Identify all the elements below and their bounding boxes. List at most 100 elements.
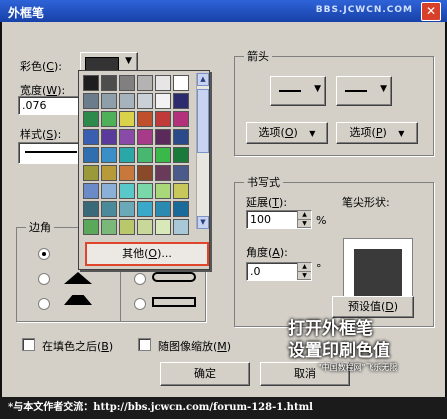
color-swatch-37[interactable] bbox=[101, 183, 117, 199]
square-cap-icon bbox=[152, 297, 196, 307]
color-swatch-19[interactable] bbox=[101, 129, 117, 145]
color-swatch-48[interactable] bbox=[83, 219, 99, 235]
behind-fill-label: 在填色之后(B) bbox=[42, 340, 114, 353]
angle-unit: ° bbox=[316, 262, 322, 275]
color-swatch-43[interactable] bbox=[101, 201, 117, 217]
color-swatch-24[interactable] bbox=[83, 147, 99, 163]
color-swatch-4[interactable] bbox=[155, 75, 171, 91]
color-swatch-15[interactable] bbox=[137, 111, 153, 127]
color-swatch-36[interactable] bbox=[83, 183, 99, 199]
color-swatch-0[interactable] bbox=[83, 75, 99, 91]
color-swatch-7[interactable] bbox=[101, 93, 117, 109]
color-swatch-42[interactable] bbox=[83, 201, 99, 217]
color-swatch-23[interactable] bbox=[173, 129, 189, 145]
stretch-label: 延展(T): bbox=[246, 196, 288, 209]
color-swatch-13[interactable] bbox=[101, 111, 117, 127]
palette-scrollbar[interactable]: ▲ ▼ bbox=[196, 73, 209, 229]
behind-fill-checkbox[interactable] bbox=[22, 338, 35, 351]
corner-round-radio[interactable] bbox=[38, 273, 50, 285]
width-input[interactable]: .076 bbox=[18, 96, 82, 115]
round-corner-icon bbox=[64, 272, 92, 284]
angle-spinner[interactable]: ▲ ▼ bbox=[297, 263, 311, 280]
site-watermark: BBS.JCWCN.COM bbox=[315, 5, 413, 15]
color-swatch-2[interactable] bbox=[119, 75, 135, 91]
close-button[interactable]: ✕ bbox=[421, 2, 441, 21]
color-swatch-34[interactable] bbox=[155, 165, 171, 181]
color-swatch-29[interactable] bbox=[173, 147, 189, 163]
color-swatch-11[interactable] bbox=[173, 93, 189, 109]
color-swatch-44[interactable] bbox=[119, 201, 135, 217]
color-swatch-21[interactable] bbox=[137, 129, 153, 145]
color-swatch-38[interactable] bbox=[119, 183, 135, 199]
color-swatch-9[interactable] bbox=[137, 93, 153, 109]
color-swatch-22[interactable] bbox=[155, 129, 171, 145]
default-button[interactable]: 预设值(D) bbox=[332, 296, 414, 318]
scroll-up-icon[interactable]: ▲ bbox=[197, 73, 209, 86]
color-swatch-41[interactable] bbox=[173, 183, 189, 199]
color-swatch-1[interactable] bbox=[101, 75, 117, 91]
color-palette-popup: ▲ ▼ bbox=[78, 70, 210, 270]
scroll-down-icon[interactable]: ▼ bbox=[197, 216, 209, 229]
arrow-options-right-button[interactable]: 选项(P) ▼ bbox=[336, 122, 418, 144]
color-swatch-grid bbox=[83, 75, 189, 235]
color-swatch-3[interactable] bbox=[137, 75, 153, 91]
scale-with-image-checkbox[interactable] bbox=[138, 338, 151, 351]
color-swatch-52[interactable] bbox=[155, 219, 171, 235]
chevron-down-icon: ▼ bbox=[125, 56, 132, 66]
color-swatch-25[interactable] bbox=[101, 147, 117, 163]
scrollbar-thumb[interactable] bbox=[197, 89, 209, 153]
stretch-spinner[interactable]: ▲ ▼ bbox=[297, 211, 311, 228]
caption-line-2: 设置印刷色值 bbox=[288, 341, 390, 361]
title-bar: 外框笔 BBS.JCWCN.COM ✕ bbox=[0, 0, 447, 22]
right-arrow-dropdown[interactable]: ▼ bbox=[336, 76, 392, 106]
color-swatch-18[interactable] bbox=[83, 129, 99, 145]
color-swatch-20[interactable] bbox=[119, 129, 135, 145]
footer-text: *与本文作者交流：http://bbs.jcwcn.com/forum-128-… bbox=[8, 402, 313, 413]
color-swatch-30[interactable] bbox=[83, 165, 99, 181]
color-swatch-27[interactable] bbox=[137, 147, 153, 163]
color-swatch-40[interactable] bbox=[155, 183, 171, 199]
caption-brand: "中国教程网"飞乐无限 bbox=[318, 363, 398, 372]
corner-bevel-radio[interactable] bbox=[38, 298, 50, 310]
color-swatch-51[interactable] bbox=[137, 219, 153, 235]
left-arrow-dropdown[interactable]: ▼ bbox=[270, 76, 326, 106]
color-swatch-31[interactable] bbox=[101, 165, 117, 181]
chevron-down-icon: ▼ bbox=[380, 84, 387, 94]
color-swatch-32[interactable] bbox=[119, 165, 135, 181]
stretch-unit: % bbox=[316, 214, 327, 227]
color-swatch-39[interactable] bbox=[137, 183, 153, 199]
color-swatch-50[interactable] bbox=[119, 219, 135, 235]
cap-square-radio[interactable] bbox=[134, 298, 146, 310]
color-swatch-6[interactable] bbox=[83, 93, 99, 109]
color-swatch-45[interactable] bbox=[137, 201, 153, 217]
color-swatch-14[interactable] bbox=[119, 111, 135, 127]
color-swatch-5[interactable] bbox=[173, 75, 189, 91]
line-style-dropdown[interactable] bbox=[18, 142, 82, 164]
color-swatch-28[interactable] bbox=[155, 147, 171, 163]
window-title: 外框笔 bbox=[8, 6, 45, 20]
color-swatch-10[interactable] bbox=[155, 93, 171, 109]
arrow-options-left-button[interactable]: 选项(O) ▼ bbox=[246, 122, 328, 144]
color-swatch-53[interactable] bbox=[173, 219, 189, 235]
calligraphy-label: 书写式 bbox=[244, 174, 283, 190]
color-swatch-46[interactable] bbox=[155, 201, 171, 217]
corner-miter-radio[interactable] bbox=[38, 248, 50, 260]
color-swatch-26[interactable] bbox=[119, 147, 135, 163]
ok-button[interactable]: 确定 bbox=[160, 362, 250, 386]
color-swatch-8[interactable] bbox=[119, 93, 135, 109]
chevron-down-icon: ▼ bbox=[314, 84, 321, 94]
color-swatch-12[interactable] bbox=[83, 111, 99, 127]
color-swatch-17[interactable] bbox=[173, 111, 189, 127]
tutorial-caption: 打开外框笔 设置印刷色值 "中国教程网"飞乐无限 bbox=[288, 318, 397, 374]
color-swatch-49[interactable] bbox=[101, 219, 117, 235]
cap-round-radio[interactable] bbox=[134, 273, 146, 285]
nib-shape bbox=[354, 249, 402, 297]
style-label: 样式(S): bbox=[20, 128, 62, 141]
arrow-line-preview bbox=[279, 90, 301, 92]
other-colors-button[interactable]: 其他(O)... bbox=[85, 242, 209, 266]
footer-bar: *与本文作者交流：http://bbs.jcwcn.com/forum-128-… bbox=[0, 397, 447, 419]
color-swatch-33[interactable] bbox=[137, 165, 153, 181]
color-swatch-47[interactable] bbox=[173, 201, 189, 217]
color-swatch-16[interactable] bbox=[155, 111, 171, 127]
color-swatch-35[interactable] bbox=[173, 165, 189, 181]
